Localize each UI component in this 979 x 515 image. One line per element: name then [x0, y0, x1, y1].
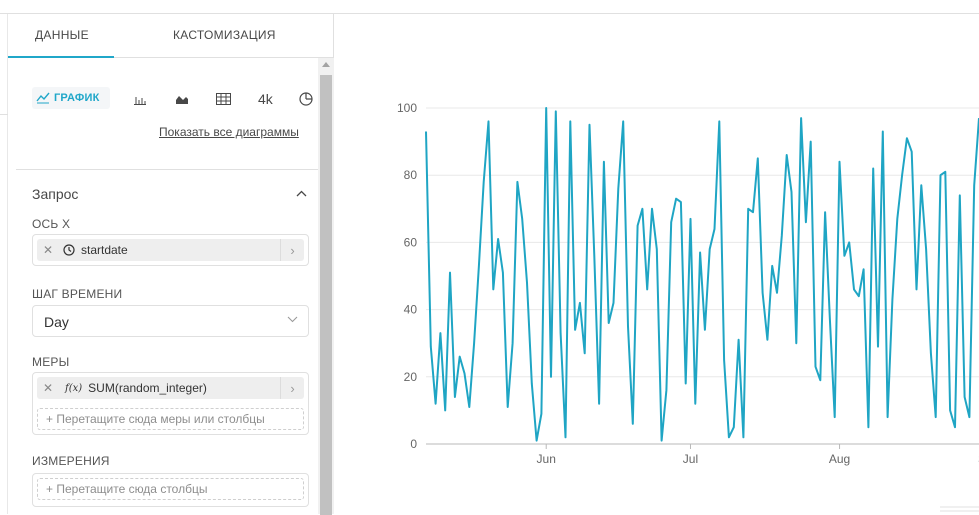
- tab-customize[interactable]: КАСТОМИЗАЦИЯ: [173, 28, 276, 42]
- metric-value: SUM(random_integer): [88, 381, 207, 395]
- resize-handle-icon[interactable]: [940, 505, 979, 514]
- x-axis-field[interactable]: ✕ startdate ›: [32, 234, 309, 266]
- x-axis-value: startdate: [81, 243, 128, 257]
- y-tick-label: 0: [410, 437, 417, 451]
- line-chart: 020406080100JunJulAugSep: [397, 101, 979, 466]
- pie-chart-icon[interactable]: [297, 90, 315, 108]
- chevron-right-icon[interactable]: ›: [280, 377, 304, 399]
- panel-tabs: ДАННЫЕ КАСТОМИЗАЦИЯ: [8, 14, 333, 58]
- time-grain-select[interactable]: Day: [32, 305, 309, 337]
- series-line: [425, 107, 979, 442]
- y-tick-label: 80: [404, 168, 418, 182]
- x-tick-label: Jun: [537, 452, 556, 466]
- x-tick-label: Aug: [829, 452, 850, 466]
- x-axis-label: ОСЬ X: [32, 217, 71, 231]
- x-tick-label: Jul: [683, 452, 698, 466]
- chevron-down-icon: [287, 316, 298, 323]
- bar-chart-icon[interactable]: [131, 90, 149, 108]
- time-grain-value: Day: [44, 314, 69, 330]
- metrics-field[interactable]: ✕ f(x) SUM(random_integer) › + Перетащит…: [32, 372, 309, 435]
- dimensions-label: ИЗМЕРЕНИЯ: [32, 454, 110, 468]
- dimensions-drop-zone[interactable]: + Перетащите сюда столбцы: [37, 478, 304, 500]
- big-number-icon[interactable]: 4k: [258, 91, 273, 107]
- scroll-up-icon[interactable]: [322, 62, 330, 67]
- chevron-right-icon[interactable]: ›: [280, 239, 304, 261]
- y-tick-label: 40: [404, 303, 418, 317]
- query-section-title: Запрос: [32, 186, 79, 202]
- y-tick-label: 100: [397, 101, 417, 115]
- show-all-charts-link[interactable]: Показать все диаграммы: [159, 125, 299, 139]
- line-chart-icon: [36, 92, 50, 104]
- area-chart-icon[interactable]: [173, 90, 191, 108]
- y-tick-label: 60: [404, 235, 418, 249]
- y-tick-label: 20: [404, 370, 418, 384]
- chart-type-line-button[interactable]: ГРАФИК: [32, 87, 110, 109]
- remove-icon[interactable]: ✕: [37, 381, 59, 395]
- chart-type-selector: ГРАФИК 4k Показать все диаграммы: [16, 72, 318, 162]
- left-nav-edge: [0, 14, 8, 514]
- metrics-drop-zone[interactable]: + Перетащите сюда меры или столбцы: [37, 408, 304, 430]
- panel-scrollbar[interactable]: [318, 58, 334, 515]
- time-grain-label: ШАГ ВРЕМЕНИ: [32, 287, 123, 301]
- divider: [16, 169, 318, 170]
- datasource-panel: ДАННЫЕ КАСТОМИЗАЦИЯ ГРАФИК 4k Показать в…: [8, 14, 334, 515]
- function-icon: f(x): [65, 382, 83, 394]
- top-bar: [0, 0, 979, 14]
- chevron-up-icon[interactable]: [296, 190, 307, 197]
- dimensions-field[interactable]: + Перетащите сюда столбцы: [32, 473, 309, 507]
- scrollbar-thumb[interactable]: [320, 75, 332, 515]
- active-tab-indicator: [8, 56, 114, 58]
- remove-icon[interactable]: ✕: [37, 243, 59, 257]
- table-icon[interactable]: [214, 90, 232, 108]
- tab-data[interactable]: ДАННЫЕ: [35, 28, 89, 42]
- chart-area: 020406080100JunJulAugSep: [335, 14, 979, 514]
- chart-type-active-label: ГРАФИК: [54, 92, 100, 104]
- metrics-label: МЕРЫ: [32, 355, 70, 369]
- clock-icon: [63, 244, 75, 256]
